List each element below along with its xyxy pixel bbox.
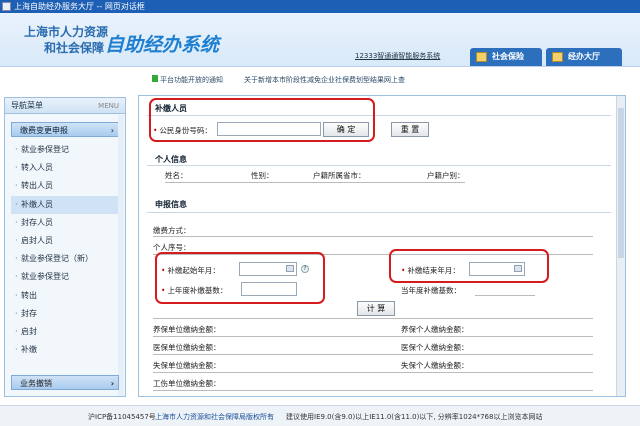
tab-service-hall[interactable]: 经办大厅 [546, 48, 622, 66]
reset-button[interactable]: 重 置 [391, 122, 429, 137]
sidebar-group-revoke[interactable]: 业务撤销 › [11, 375, 119, 390]
copyright-text: 上海市人力资源和社会保障局版权所有 [155, 413, 274, 421]
notice-bar: 平台功能开放的通知 关于新增本市阶段性减免企业社保费划型结果网上查 [0, 68, 640, 90]
sidebar-item[interactable]: 封存人员 [11, 214, 119, 232]
icp-text: 沪ICP备11045457号 [88, 413, 156, 421]
tab-social-insurance[interactable]: 社会保险 [470, 48, 542, 66]
footer: 沪ICP备11045457号 上海市人力资源和社会保障局版权所有 建议使用IE9… [0, 405, 640, 426]
sidebar-title: 导航菜单 [11, 101, 43, 110]
sidebar-item[interactable]: 启封人员 [11, 232, 119, 250]
highlight-start-box [155, 252, 325, 304]
main-scrollbar[interactable] [616, 96, 625, 396]
site-header: 上海市人力资源 和社会保障 自助经办系统 12333智通通智能服务系统 社会保险… [0, 13, 640, 67]
pension-unit-label: 养保单位缴纳金额： [153, 325, 221, 334]
sidebar-scrollbar[interactable] [118, 115, 124, 396]
tab-label: 经办大厅 [568, 52, 600, 61]
main-form-panel: 补缴人员 公民身份号码： 确 定 重 置 个人信息 姓名： 性别： 户籍所属省市… [138, 95, 626, 397]
sidebar-group-label: 业务撤销 [20, 379, 52, 388]
sidebar-header: 导航菜单 MENU [5, 98, 125, 114]
sidebar-item[interactable]: 补缴 [11, 341, 119, 359]
sidebar-group-change[interactable]: 缴费变更申报 › [11, 122, 119, 137]
gender-label: 性别： [251, 171, 274, 180]
row-underline [153, 372, 593, 373]
medical-unit-label: 医保单位缴纳金额： [153, 343, 221, 352]
notice-link-2[interactable]: 关于新增本市阶段性减免企业社保费划型结果网上查 [244, 75, 405, 85]
sidebar-list: 就业参保登记 转入人员 转出人员 补缴人员 封存人员 启封人员 就业参保登记（新… [11, 141, 119, 359]
window-title: 上海自助经办服务大厅 -- 网页对话框 [14, 2, 145, 11]
sidebar-item-supplement[interactable]: 补缴人员 [11, 195, 119, 214]
pay-method-label: 缴费方式： [153, 226, 191, 235]
hall-icon [552, 52, 563, 62]
notice-link-1[interactable]: 平台功能开放的通知 [160, 75, 223, 85]
personal-underline [165, 182, 465, 183]
sidebar-item[interactable]: 转出 [11, 287, 119, 305]
medical-person-label: 医保个人缴纳金额： [401, 343, 469, 352]
highlight-end-box [389, 249, 549, 283]
section-apply-title: 申报信息 [155, 200, 187, 209]
injury-unit-label: 工伤单位缴纳金额： [153, 379, 221, 388]
household-type-label: 户籍户别： [427, 171, 465, 180]
row-underline [153, 336, 593, 337]
sidebar-item[interactable]: 转入人员 [11, 159, 119, 177]
highlight-id-box [149, 98, 375, 142]
unemp-unit-label: 失保单位缴纳金额： [153, 361, 221, 370]
sidebar-menu-label: MENU [98, 102, 119, 110]
chevron-right-icon: › [110, 126, 114, 135]
calculate-button[interactable]: 计 算 [357, 301, 395, 316]
sidebar-item[interactable]: 就业参保登记 [11, 141, 119, 159]
pension-person-label: 养保个人缴纳金额： [401, 325, 469, 334]
row-underline [153, 318, 593, 319]
browser-note: 建议使用IE9.0(含9.0)以上IE11.0(含11.0)以下, 分辨率102… [286, 413, 543, 421]
sidebar-item[interactable]: 封存 [11, 305, 119, 323]
window-icon [2, 2, 11, 11]
sidebar-item[interactable]: 就业参保登记 [11, 268, 119, 286]
service-link[interactable]: 12333智通通智能服务系统 [355, 51, 440, 61]
scroll-thumb[interactable] [618, 108, 624, 258]
row-underline [153, 354, 593, 355]
speaker-icon [152, 75, 158, 82]
logo-system-name: 自助经办系统 [105, 34, 220, 56]
household-province-label: 户籍所属省市： [313, 171, 366, 180]
logo-line2: 和社会保障 [44, 41, 105, 55]
sidebar-item[interactable]: 启封 [11, 323, 119, 341]
tab-label: 社会保险 [492, 52, 524, 61]
name-label: 姓名： [165, 171, 188, 180]
divider [147, 165, 611, 166]
row-underline [475, 295, 535, 296]
window-titlebar: 上海自助经办服务大厅 -- 网页对话框 [0, 0, 640, 13]
sidebar-group-label: 缴费变更申报 [20, 126, 68, 135]
row-underline [153, 390, 593, 391]
sidebar: 导航菜单 MENU 缴费变更申报 › 就业参保登记 转入人员 转出人员 补缴人员… [4, 97, 126, 397]
sidebar-item[interactable]: 转出人员 [11, 177, 119, 195]
section-personal-title: 个人信息 [155, 155, 187, 164]
chevron-right-icon: › [110, 379, 114, 388]
unemp-person-label: 失保个人缴纳金额： [401, 361, 469, 370]
row-underline [153, 236, 593, 237]
divider [147, 212, 611, 213]
sidebar-item[interactable]: 就业参保登记（新） [11, 250, 119, 268]
folder-icon [476, 52, 487, 62]
logo-line1: 上海市人力资源 [24, 25, 109, 39]
curr-base-label: 当年度补缴基数： [401, 286, 461, 295]
